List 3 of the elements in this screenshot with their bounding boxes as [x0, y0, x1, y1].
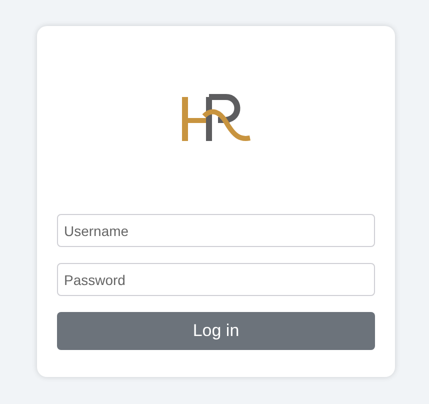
- login-button[interactable]: Log in: [57, 312, 375, 350]
- password-field[interactable]: Password: [57, 263, 375, 296]
- username-field[interactable]: Username: [57, 214, 375, 247]
